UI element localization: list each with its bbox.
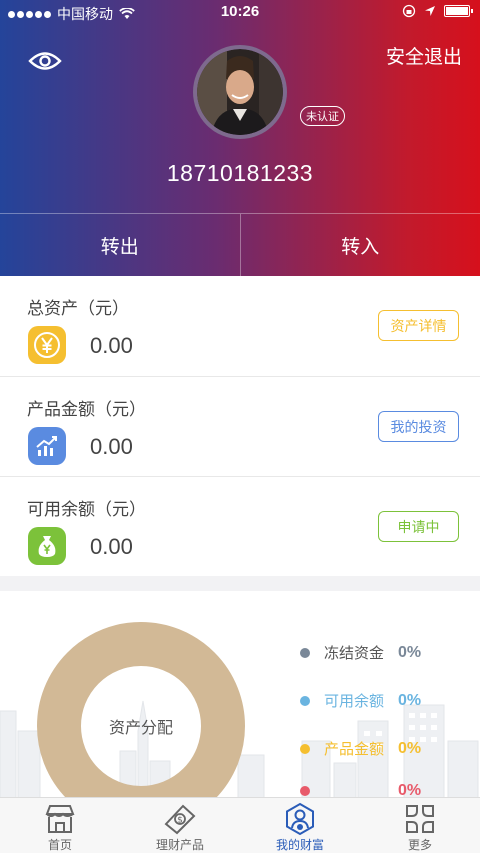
tab-label: 我的财富 — [275, 838, 324, 852]
avatar-photo — [197, 49, 283, 135]
tab-products[interactable]: $ 理财产品 — [120, 798, 240, 853]
asset-allocation-card: 资产分配 冻结资金 0% 可用余额 0% 产品金额 0% 0% — [0, 591, 480, 801]
tab-home[interactable]: 首页 — [0, 798, 120, 853]
asset-row-total: 总资产（元） 0.00 资产详情 — [0, 276, 480, 376]
legend-dot — [300, 647, 310, 658]
asset-value: 0.00 — [90, 534, 133, 559]
legend-item-frozen: 冻结资金 0% — [300, 642, 421, 663]
avatar[interactable] — [193, 45, 287, 139]
asset-label: 总资产（元） — [27, 299, 129, 318]
transfer-out-button[interactable]: 转出 — [0, 214, 240, 276]
yuan-coin-icon — [28, 326, 66, 364]
tab-label: 理财产品 — [155, 838, 204, 852]
asset-row-product: 产品金额（元） 0.00 我的投资 — [0, 376, 480, 476]
money-bill-icon: $ — [164, 804, 196, 835]
transfer-in-button[interactable]: 转入 — [239, 214, 480, 276]
logout-button[interactable]: 安全退出 — [386, 42, 462, 69]
money-bag-icon — [28, 527, 66, 565]
donut-center-label: 资产分配 — [108, 720, 173, 737]
legend-dot — [300, 786, 310, 796]
tab-my-wealth[interactable]: 我的财富 — [240, 798, 360, 853]
legend-label: 产品金额 — [324, 741, 385, 758]
status-bar: 中国移动 10:26 — [0, 0, 480, 24]
user-wealth-icon — [286, 802, 314, 836]
grid-more-icon — [406, 805, 434, 833]
transfer-actions: 转出 转入 — [0, 213, 480, 276]
asset-list: 总资产（元） 0.00 资产详情 产品金额（元） 0.00 我的投资 可用余额（… — [0, 276, 480, 576]
asset-value: 0.00 — [90, 333, 133, 358]
legend-percent: 0% — [398, 643, 422, 661]
eye-icon[interactable] — [28, 48, 62, 74]
asset-label: 产品金额（元） — [27, 400, 146, 419]
tab-more[interactable]: 更多 — [360, 798, 480, 853]
legend-percent: 0% — [398, 739, 422, 757]
asset-row-available: 可用余额（元） 0.00 申请中 — [0, 476, 480, 576]
account-header: 中国移动 10:26 安全退出 未认证 18710181233 转出 转入 — [0, 0, 480, 276]
asset-label: 可用余额（元） — [27, 500, 146, 519]
trend-chart-icon — [28, 427, 66, 465]
location-icon — [425, 6, 435, 16]
rotation-lock-icon — [402, 4, 416, 18]
legend-dot — [300, 695, 310, 706]
legend-item-product: 产品金额 0% — [300, 738, 421, 759]
my-investment-button[interactable]: 我的投资 — [378, 411, 459, 442]
legend-dot — [300, 743, 310, 754]
svg-text:$: $ — [177, 816, 183, 826]
phone-number: 18710181233 — [166, 160, 314, 186]
legend-label: 冻结资金 — [324, 645, 385, 662]
applying-button[interactable]: 申请中 — [378, 511, 459, 542]
legend-label: 可用余额 — [324, 693, 385, 710]
asset-details-button[interactable]: 资产详情 — [378, 310, 459, 341]
battery-icon — [444, 5, 473, 17]
store-icon — [45, 805, 75, 833]
unverified-badge[interactable]: 未认证 — [300, 106, 345, 126]
tab-label: 更多 — [407, 838, 432, 852]
tab-bar: 首页 $ 理财产品 我的财富 更多 — [0, 797, 480, 853]
legend-item-available: 可用余额 0% — [300, 690, 421, 711]
legend-percent: 0% — [398, 691, 422, 709]
legend-item-other: 0% — [300, 782, 421, 799]
asset-value: 0.00 — [90, 434, 133, 459]
tab-label: 首页 — [47, 838, 72, 852]
